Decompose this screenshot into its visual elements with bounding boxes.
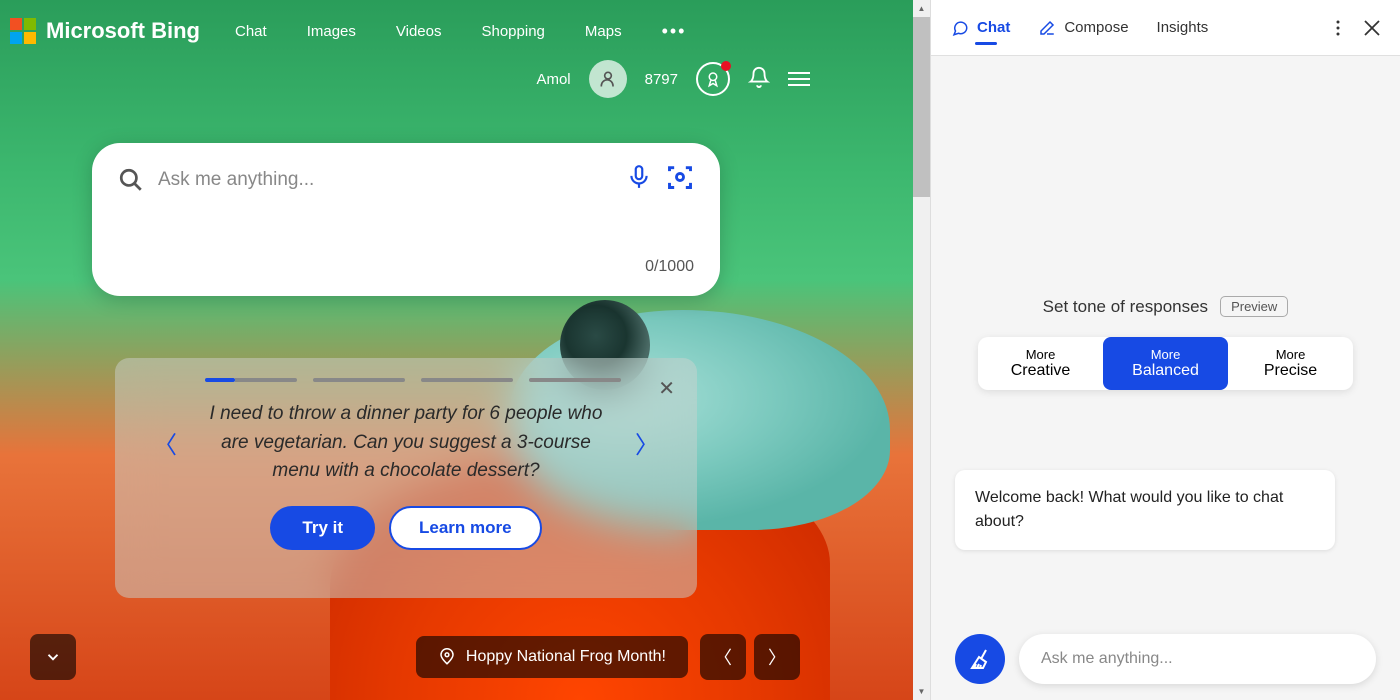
more-options-icon[interactable] (1336, 20, 1340, 36)
tone-creative[interactable]: More Creative (978, 337, 1103, 390)
visual-search-button[interactable] (666, 163, 694, 196)
wallpaper-prev-button[interactable]: 〈 (700, 634, 746, 680)
top-header: Microsoft Bing Chat Images Videos Shoppi… (10, 18, 910, 44)
sidebar-content: Set tone of responses Preview More Creat… (931, 56, 1400, 618)
user-name[interactable]: Amol (536, 71, 570, 88)
compose-icon (1038, 19, 1056, 37)
nav-chat[interactable]: Chat (235, 23, 267, 40)
scrollbar-thumb[interactable] (913, 17, 930, 197)
tone-title: Set tone of responses (1043, 297, 1208, 317)
bottom-bar: Hoppy National Frog Month! 〈 〉 (30, 634, 800, 680)
char-counter: 0/1000 (645, 258, 694, 276)
promo-card: ✕ 〈 I need to throw a dinner party for 6… (115, 358, 697, 598)
close-icon[interactable] (1364, 20, 1380, 36)
promo-prev-button[interactable]: 〈 (145, 417, 185, 468)
expand-button[interactable] (30, 634, 76, 680)
chevron-down-icon (44, 648, 62, 666)
tab-chat[interactable]: Chat (951, 5, 1010, 51)
promo-next-button[interactable]: 〉 (627, 417, 667, 468)
tab-insights[interactable]: Insights (1157, 5, 1209, 50)
try-it-button[interactable]: Try it (270, 506, 375, 550)
search-box: 0/1000 (92, 143, 720, 296)
carousel-indicators (205, 378, 667, 382)
scroll-up-icon[interactable]: ▲ (913, 0, 930, 17)
carousel-dot[interactable] (421, 378, 513, 382)
lens-icon (666, 163, 694, 191)
image-caption[interactable]: Hoppy National Frog Month! (416, 636, 688, 678)
medal-icon (704, 70, 722, 88)
nav-links: Chat Images Videos Shopping Maps (235, 23, 622, 40)
scrollbar[interactable]: ▲ ▼ (913, 0, 930, 700)
user-bar: Amol 8797 (536, 60, 810, 98)
nav-shopping[interactable]: Shopping (481, 23, 544, 40)
caption-text: Hoppy National Frog Month! (466, 648, 666, 666)
wallpaper-next-button[interactable]: 〉 (754, 634, 800, 680)
menu-button[interactable] (788, 72, 810, 86)
notification-dot-icon (721, 61, 731, 71)
voice-search-button[interactable] (626, 164, 652, 195)
carousel-dot[interactable] (205, 378, 235, 382)
nav-maps[interactable]: Maps (585, 23, 622, 40)
location-icon (438, 648, 456, 666)
sidebar-header: Chat Compose Insights (931, 0, 1400, 56)
preview-badge: Preview (1220, 296, 1288, 317)
nav-videos[interactable]: Videos (396, 23, 442, 40)
avatar[interactable] (589, 60, 627, 98)
bell-icon (748, 66, 770, 88)
learn-more-button[interactable]: Learn more (389, 506, 542, 550)
rewards-badge[interactable] (696, 62, 730, 96)
bing-main-panel: Microsoft Bing Chat Images Videos Shoppi… (0, 0, 930, 700)
carousel-dot[interactable] (313, 378, 405, 382)
broom-icon (968, 647, 992, 671)
sidebar-chat-input[interactable]: Ask me anything... (1019, 634, 1376, 684)
chat-icon (951, 19, 969, 37)
carousel-dot[interactable] (529, 378, 621, 382)
welcome-message: Welcome back! What would you like to cha… (955, 470, 1335, 550)
sidebar-input-area: Ask me anything... (931, 618, 1400, 700)
notifications-button[interactable] (748, 66, 770, 93)
new-topic-button[interactable] (955, 634, 1005, 684)
search-icon (118, 167, 144, 193)
search-input[interactable] (158, 169, 612, 191)
brand-name: Microsoft Bing (46, 18, 200, 44)
nav-images[interactable]: Images (307, 23, 356, 40)
promo-text: I need to throw a dinner party for 6 peo… (195, 400, 617, 486)
nav-more-icon[interactable]: ••• (662, 21, 687, 42)
tone-balanced[interactable]: More Balanced (1103, 337, 1228, 390)
microsoft-logo-icon (10, 18, 36, 44)
scroll-down-icon[interactable]: ▼ (913, 683, 930, 700)
tab-compose[interactable]: Compose (1038, 5, 1128, 51)
tone-selector: More Creative More Balanced More Precise (978, 337, 1353, 390)
promo-close-button[interactable]: ✕ (658, 376, 675, 401)
person-icon (598, 69, 618, 89)
microphone-icon (626, 164, 652, 190)
tone-precise[interactable]: More Precise (1228, 337, 1353, 390)
rewards-points[interactable]: 8797 (645, 71, 678, 88)
chat-sidebar: Chat Compose Insights Set tone of respon… (930, 0, 1400, 700)
